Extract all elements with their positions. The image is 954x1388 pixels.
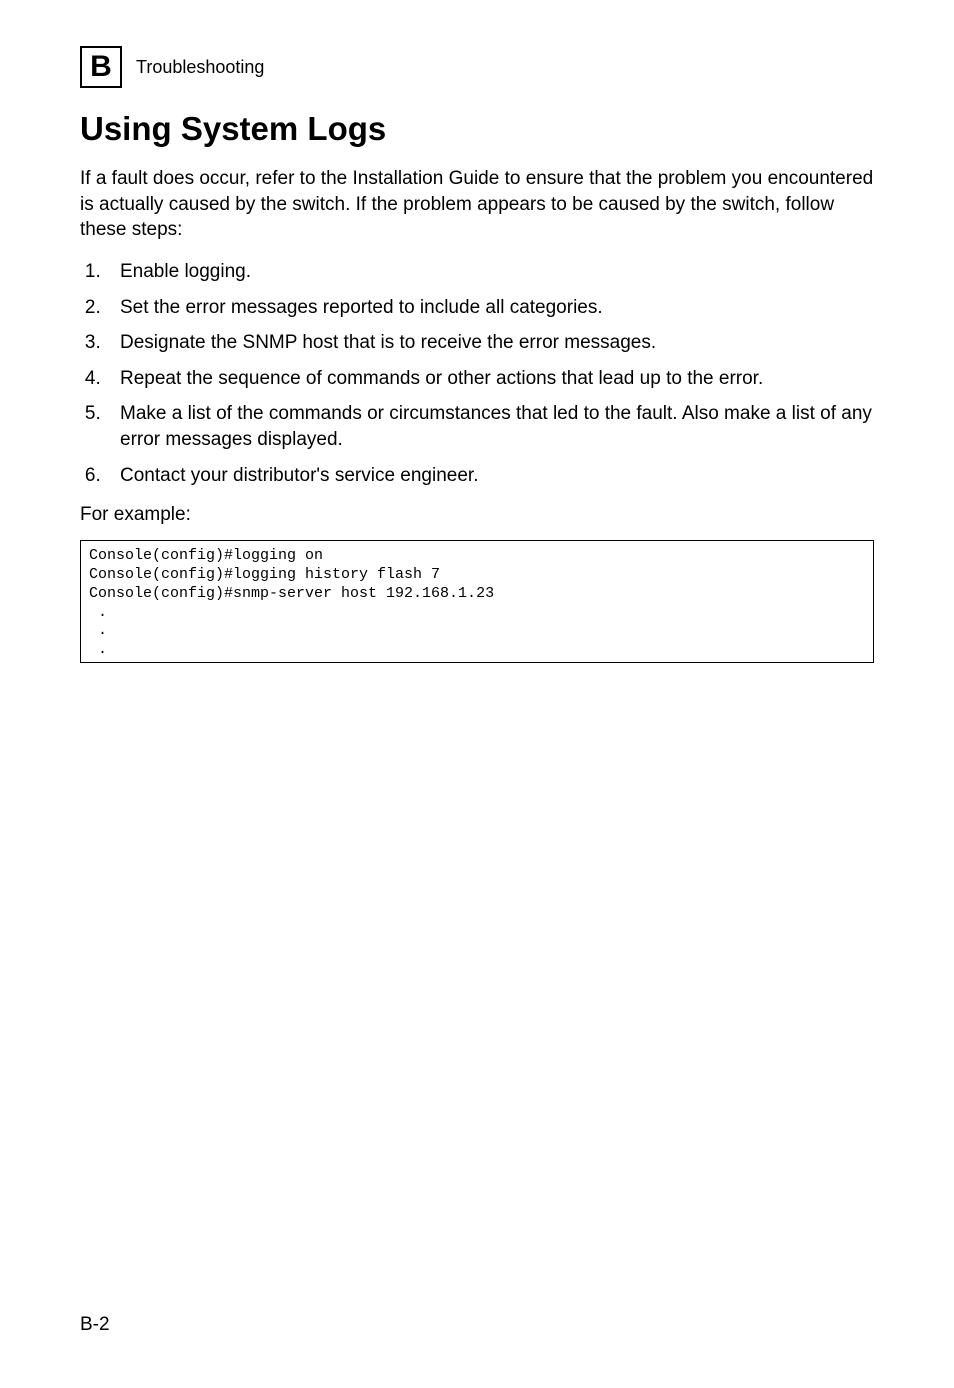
list-item: Enable logging. [106, 259, 874, 285]
header-section-label: Troubleshooting [136, 57, 264, 78]
page: B Troubleshooting Using System Logs If a… [0, 0, 954, 1388]
appendix-badge: B [80, 46, 122, 88]
code-block: Console(config)#logging on Console(confi… [80, 540, 874, 663]
appendix-letter: B [90, 52, 112, 82]
steps-list: Enable logging. Set the error messages r… [80, 259, 874, 488]
section-title: Using System Logs [80, 110, 874, 148]
list-item: Repeat the sequence of commands or other… [106, 366, 874, 392]
list-item: Set the error messages reported to inclu… [106, 295, 874, 321]
page-number: B-2 [80, 1314, 110, 1336]
list-item: Make a list of the commands or circumsta… [106, 401, 874, 452]
list-item: Contact your distributor's service engin… [106, 463, 874, 489]
list-item: Designate the SNMP host that is to recei… [106, 330, 874, 356]
for-example-label: For example: [80, 504, 874, 526]
intro-paragraph: If a fault does occur, refer to the Inst… [80, 166, 874, 243]
page-header: B Troubleshooting [80, 46, 874, 88]
